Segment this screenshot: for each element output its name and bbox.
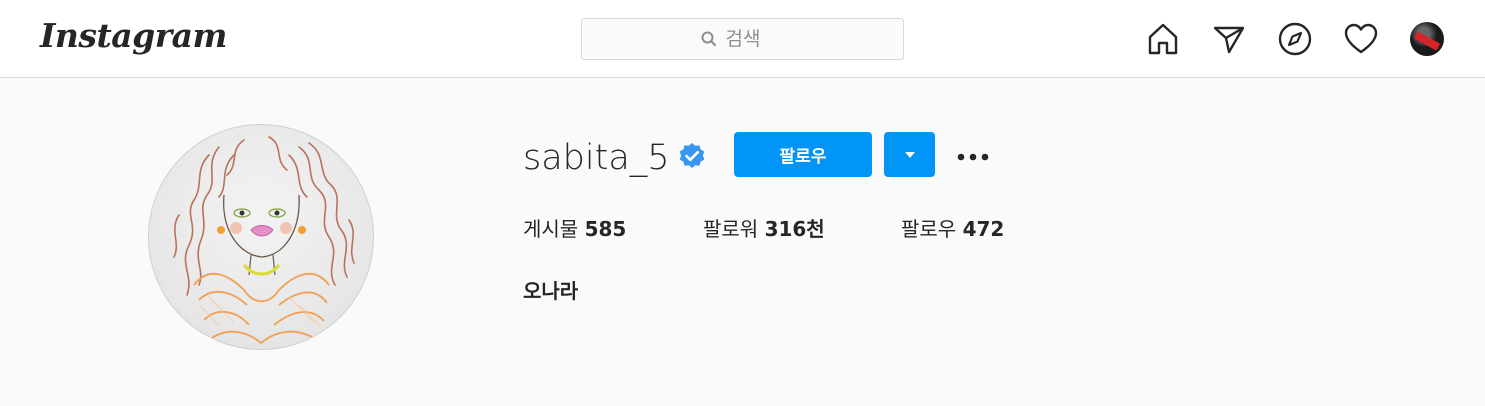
search-icon	[700, 30, 718, 48]
profile-picture[interactable]	[148, 124, 374, 350]
followers-value: 316천	[764, 217, 825, 241]
ellipsis-icon	[955, 146, 991, 165]
profile-avatar[interactable]	[1409, 21, 1445, 57]
suggested-accounts-dropdown-button[interactable]	[884, 132, 935, 177]
followers-label: 팔로워	[703, 217, 759, 241]
avatar	[1410, 22, 1444, 56]
header-nav	[1145, 21, 1445, 57]
following-label: 팔로우	[901, 217, 957, 241]
search-input[interactable]	[725, 28, 786, 50]
activity-heart-icon[interactable]	[1343, 21, 1379, 57]
followers-count[interactable]: 팔로워 316천	[703, 212, 825, 246]
follow-button[interactable]: 팔로우	[734, 132, 872, 177]
profile-username: sabita_5	[523, 138, 670, 178]
posts-value: 585	[584, 217, 627, 241]
caret-down-icon	[904, 147, 916, 162]
posts-count: 게시물 585	[523, 212, 626, 246]
search-box[interactable]	[581, 18, 904, 60]
home-icon[interactable]	[1145, 21, 1181, 57]
verified-badge-icon	[677, 141, 707, 171]
following-value: 472	[962, 217, 1005, 241]
profile-full-name: 오나라	[523, 279, 579, 303]
top-navigation-bar: Instagram	[0, 0, 1485, 78]
more-options-button[interactable]	[955, 140, 991, 170]
posts-label: 게시물	[523, 217, 579, 241]
following-count[interactable]: 팔로우 472	[901, 212, 1004, 246]
direct-message-icon[interactable]	[1211, 21, 1247, 57]
instagram-logo[interactable]: Instagram	[40, 16, 227, 55]
explore-icon[interactable]	[1277, 21, 1313, 57]
